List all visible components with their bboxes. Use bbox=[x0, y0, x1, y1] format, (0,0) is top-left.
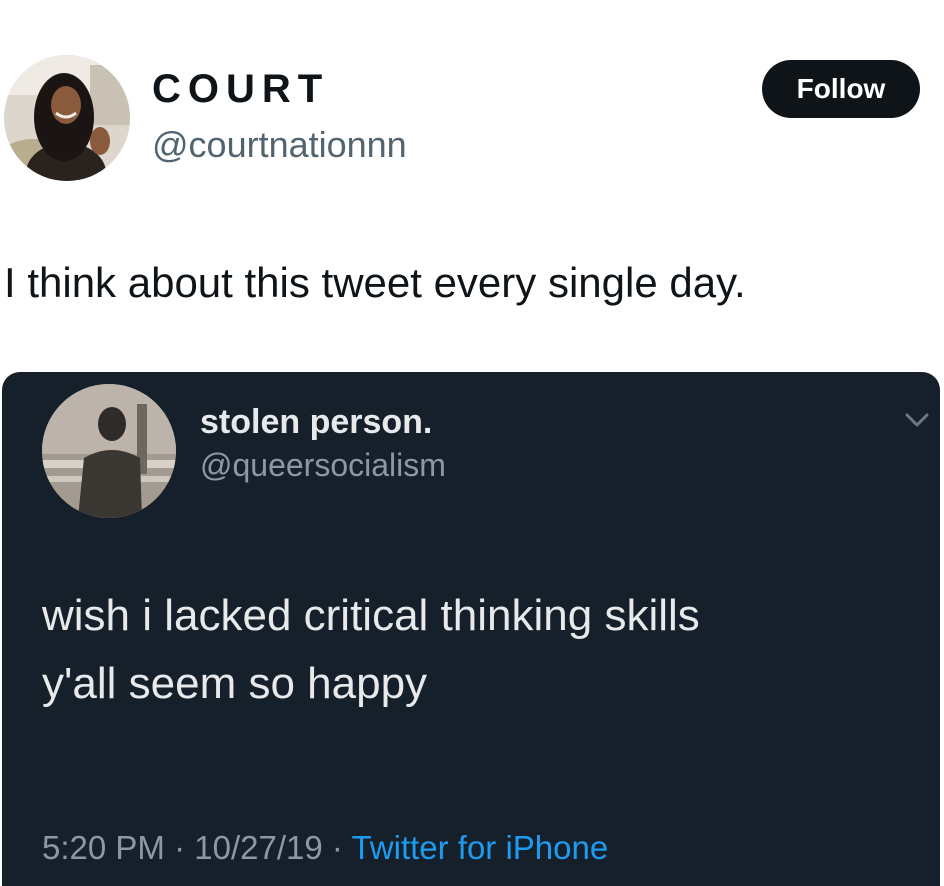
embedded-tweet-text: wish i lacked critical thinking skills y… bbox=[42, 591, 700, 708]
embedded-tweet-card: stolen person. @queersocialism wish i la… bbox=[2, 372, 940, 886]
author-handle[interactable]: @courtnationnn bbox=[152, 124, 407, 166]
tweet-time[interactable]: 5:20 PM bbox=[42, 829, 165, 866]
embedded-tweet-meta: 5:20 PM · 10/27/19 · Twitter for iPhone bbox=[42, 828, 608, 868]
tweet-text: I think about this tweet every single da… bbox=[4, 259, 746, 306]
follow-button[interactable]: Follow bbox=[762, 60, 920, 118]
meta-separator: · bbox=[164, 829, 195, 866]
embedded-author-avatar[interactable] bbox=[42, 384, 176, 518]
profile-photo-icon bbox=[42, 384, 176, 518]
tweet-source-link[interactable]: Twitter for iPhone bbox=[351, 829, 608, 866]
embedded-author-handle[interactable]: @queersocialism bbox=[200, 446, 446, 484]
meta-separator: · bbox=[322, 829, 352, 866]
profile-photo-icon bbox=[4, 55, 130, 181]
author-avatar[interactable] bbox=[4, 55, 130, 181]
tweet-date[interactable]: 10/27/19 bbox=[194, 829, 322, 866]
embedded-author-display-name[interactable]: stolen person. bbox=[200, 402, 432, 442]
author-display-name[interactable]: COURT bbox=[152, 66, 329, 112]
chevron-down-icon[interactable] bbox=[902, 408, 932, 432]
